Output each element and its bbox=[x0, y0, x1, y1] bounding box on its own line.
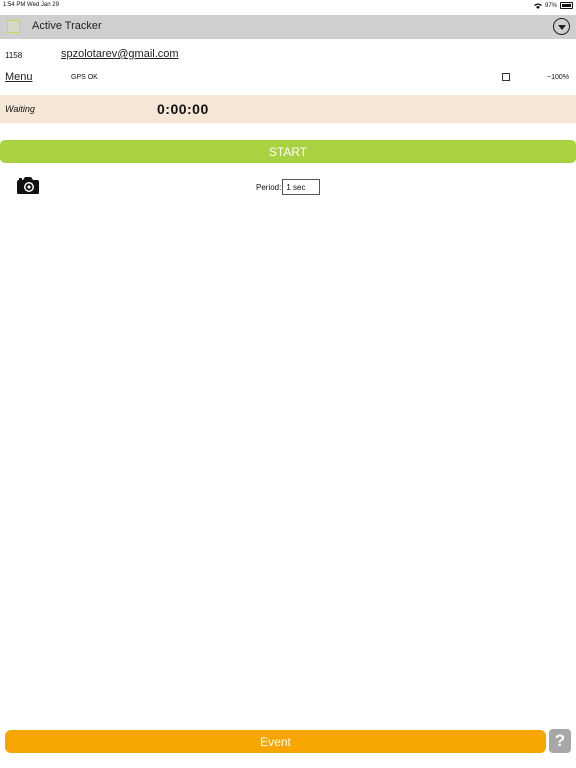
tracker-state: Waiting bbox=[5, 104, 35, 114]
triangle-down-glyph bbox=[557, 25, 566, 30]
option-checkbox[interactable] bbox=[502, 73, 510, 81]
period-control: Period: bbox=[256, 179, 321, 195]
period-input[interactable] bbox=[282, 179, 321, 195]
status-row: Menu GPS OK ~100% bbox=[0, 70, 576, 86]
chevron-down-circle-icon[interactable] bbox=[553, 18, 570, 35]
gps-status: GPS OK bbox=[71, 74, 98, 81]
battery-icon bbox=[560, 2, 573, 9]
status-right-group: 97% bbox=[533, 2, 573, 9]
system-status-bar: 1:54 PM Wed Jan 29 97% bbox=[0, 0, 576, 14]
menu-link[interactable]: Menu bbox=[5, 71, 33, 83]
wifi-icon bbox=[533, 3, 542, 9]
period-label: Period: bbox=[256, 182, 282, 192]
battery-percent-readout: ~100% bbox=[547, 74, 569, 81]
camera-icon[interactable] bbox=[16, 176, 40, 195]
event-button[interactable]: Event bbox=[5, 730, 546, 753]
elapsed-timer: 0:00:00 bbox=[157, 101, 209, 117]
help-button[interactable]: ? bbox=[549, 729, 571, 753]
account-email-link[interactable]: spzolotarev@gmail.com bbox=[61, 48, 179, 60]
account-id: 1158 bbox=[5, 51, 23, 60]
tracker-state-bar: Waiting 0:00:00 bbox=[0, 95, 576, 123]
app-icon bbox=[7, 20, 20, 33]
status-time-date: 1:54 PM Wed Jan 29 bbox=[3, 2, 59, 8]
start-button[interactable]: START bbox=[0, 140, 576, 163]
account-row: 1158 spzolotarev@gmail.com bbox=[0, 47, 576, 63]
app-title: Active Tracker bbox=[32, 20, 102, 32]
app-title-bar: Active Tracker bbox=[0, 15, 576, 39]
battery-percent: 97% bbox=[544, 2, 557, 9]
